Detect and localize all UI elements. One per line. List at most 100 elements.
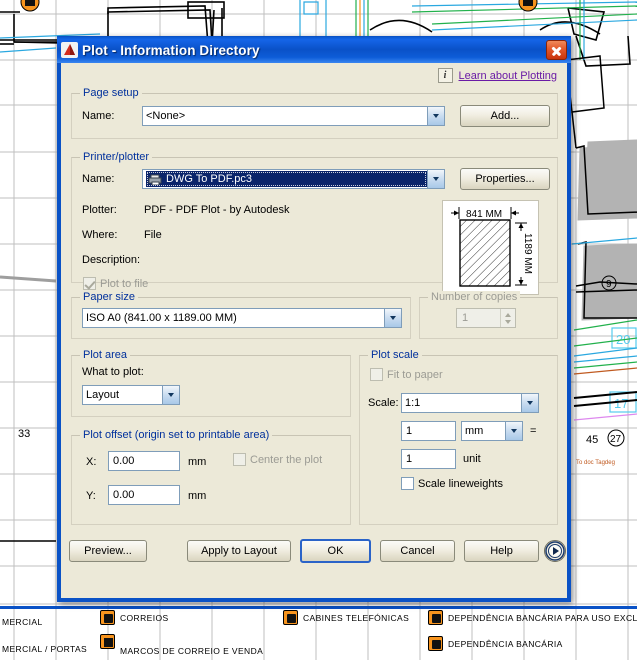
offset-y-label: Y:	[86, 490, 96, 502]
checkbox-box	[370, 368, 383, 381]
where-value: File	[144, 229, 162, 241]
scale-unit-value: mm	[465, 425, 484, 437]
preview-button-label: Preview...	[84, 545, 132, 557]
legend-label: MARCOS DE CORREIO E VENDA	[120, 646, 264, 656]
printer-name-label: Name:	[82, 173, 115, 185]
legend-label: CORREIOS	[120, 612, 169, 623]
unit-label: unit	[463, 453, 481, 465]
scale-lineweights-label: Scale lineweights	[418, 477, 503, 490]
description-label: Description:	[82, 254, 141, 266]
scale-denominator-input[interactable]: 1	[401, 449, 456, 469]
plot-scale-group: Plot scale Fit to paper Scale: 1:1 1 mm …	[359, 349, 558, 525]
close-icon[interactable]	[546, 40, 567, 60]
printer-name-value-wrap: DWG To PDF.pc3	[146, 171, 427, 187]
expand-arrow-icon	[545, 541, 565, 561]
svg-text:17: 17	[614, 396, 628, 411]
offset-y-input[interactable]: 0.00	[108, 485, 180, 505]
scale-denominator-value: 1	[406, 453, 413, 465]
plotter-label: Plotter:	[82, 204, 117, 216]
grid-label-right: 45	[586, 434, 598, 446]
plot-dialog-window: Plot - Information Directory i Learn abo…	[57, 36, 571, 602]
apply-to-layout-button[interactable]: Apply to Layout	[187, 540, 291, 562]
chevron-down-icon[interactable]	[162, 386, 179, 404]
help-button[interactable]: Help	[464, 540, 539, 562]
page-setup-name-combo[interactable]: <None>	[142, 106, 445, 126]
scale-lineweights-checkbox[interactable]: Scale lineweights	[401, 477, 503, 490]
add-page-setup-button[interactable]: Add...	[460, 105, 550, 127]
scale-value: 1:1	[405, 397, 421, 409]
offset-y-value: 0.00	[113, 489, 135, 501]
printer-name-combo[interactable]: DWG To PDF.pc3	[142, 169, 445, 189]
scale-numerator-input[interactable]: 1	[401, 421, 456, 441]
legend-item: DEPENDÊNCIA BANCÁRIA	[428, 636, 563, 651]
chevron-down-icon[interactable]	[427, 107, 444, 125]
paper-size-group: Paper size ISO A0 (841.00 x 1189.00 MM)	[71, 291, 411, 339]
page-setup-name-value: <None>	[146, 110, 186, 122]
paper-width-label: 841 MM	[466, 209, 502, 220]
scale-unit-combo[interactable]: mm	[461, 421, 523, 441]
what-to-plot-value: Layout	[86, 389, 120, 401]
offset-x-label: X:	[86, 456, 97, 468]
checkbox-box	[233, 453, 246, 466]
page-setup-title: Page setup	[80, 87, 142, 99]
number-of-copies-stepper: 1	[456, 308, 516, 328]
paper-size-preview: 841 MM 1189 MM	[442, 200, 539, 295]
expand-dialog-button[interactable]	[544, 540, 566, 562]
plot-area-group: Plot area What to plot: Layout	[71, 349, 351, 417]
ok-button[interactable]: OK	[300, 539, 371, 563]
chevron-down-icon[interactable]	[521, 394, 538, 412]
offset-x-value: 0.00	[113, 455, 135, 467]
offset-x-input[interactable]: 0.00	[108, 451, 180, 471]
plot-area-title: Plot area	[80, 349, 131, 361]
cancel-button[interactable]: Cancel	[380, 540, 455, 562]
legend-item: CABINES TELEFÓNICAS	[283, 610, 409, 625]
properties-button-label: Properties...	[475, 173, 535, 185]
offset-x-unit: mm	[188, 456, 207, 468]
checkbox-box[interactable]	[401, 477, 414, 490]
dialog-titlebar[interactable]: Plot - Information Directory	[57, 36, 571, 63]
preview-button[interactable]: Preview...	[69, 540, 147, 562]
paper-size-combo[interactable]: ISO A0 (841.00 x 1189.00 MM)	[82, 308, 402, 328]
printer-plotter-title: Printer/plotter	[80, 151, 153, 163]
plot-scale-title: Plot scale	[368, 349, 422, 361]
chevron-down-icon[interactable]	[427, 170, 444, 188]
plot-offset-group: Plot offset (origin set to printable are…	[71, 429, 351, 525]
mail-icon	[100, 610, 115, 625]
plotter-value: PDF - PDF Plot - by Autodesk	[144, 204, 290, 216]
legend-label: DEPENDÊNCIA BANCÁRIA	[448, 638, 563, 649]
dialog-title: Plot - Information Directory	[82, 42, 260, 58]
number-of-copies-title: Number of copies	[428, 291, 521, 303]
chevron-down-icon[interactable]	[505, 422, 522, 440]
learn-about-plotting-row: i Learn about Plotting	[437, 68, 557, 83]
plot-offset-title: Plot offset (origin set to printable are…	[80, 429, 273, 441]
chevron-down-icon[interactable]	[384, 309, 401, 327]
offset-y-unit: mm	[188, 490, 207, 502]
plot-to-file-checkbox: Plot to file	[83, 277, 148, 290]
what-to-plot-label: What to plot:	[82, 366, 144, 378]
help-button-label: Help	[490, 545, 513, 557]
learn-about-plotting-link[interactable]: Learn about Plotting	[459, 70, 557, 82]
center-the-plot-label: Center the plot	[250, 453, 323, 466]
legend-item: DEPENDÊNCIA BANCÁRIA PARA USO EXCL	[428, 610, 637, 625]
info-icon: i	[437, 68, 453, 83]
printer-properties-button[interactable]: Properties...	[460, 168, 550, 190]
bank-exclusive-icon	[428, 610, 443, 625]
ok-button-label: OK	[327, 545, 344, 557]
bank-icon	[428, 636, 443, 651]
legend-item: MERCIAL / PORTAS	[2, 639, 87, 657]
printer-name-text: DWG To PDF.pc3	[166, 173, 252, 185]
number-of-copies-value: 1	[462, 312, 469, 324]
fit-to-paper-label: Fit to paper	[387, 368, 443, 381]
apply-to-layout-label: Apply to Layout	[201, 545, 277, 557]
paper-size-title: Paper size	[80, 291, 138, 303]
grid-label-left: 33	[18, 428, 30, 440]
scale-combo[interactable]: 1:1	[401, 393, 539, 413]
legend-label: CABINES TELEFÓNICAS	[303, 612, 410, 623]
telephone-icon	[283, 610, 298, 625]
cancel-button-label: Cancel	[400, 545, 435, 557]
block-number: 27	[610, 434, 622, 445]
legend-item: CORREIOS	[100, 610, 169, 625]
page-setup-name-label: Name:	[82, 110, 115, 122]
equals-sign: =	[530, 425, 537, 437]
what-to-plot-combo[interactable]: Layout	[82, 385, 180, 405]
